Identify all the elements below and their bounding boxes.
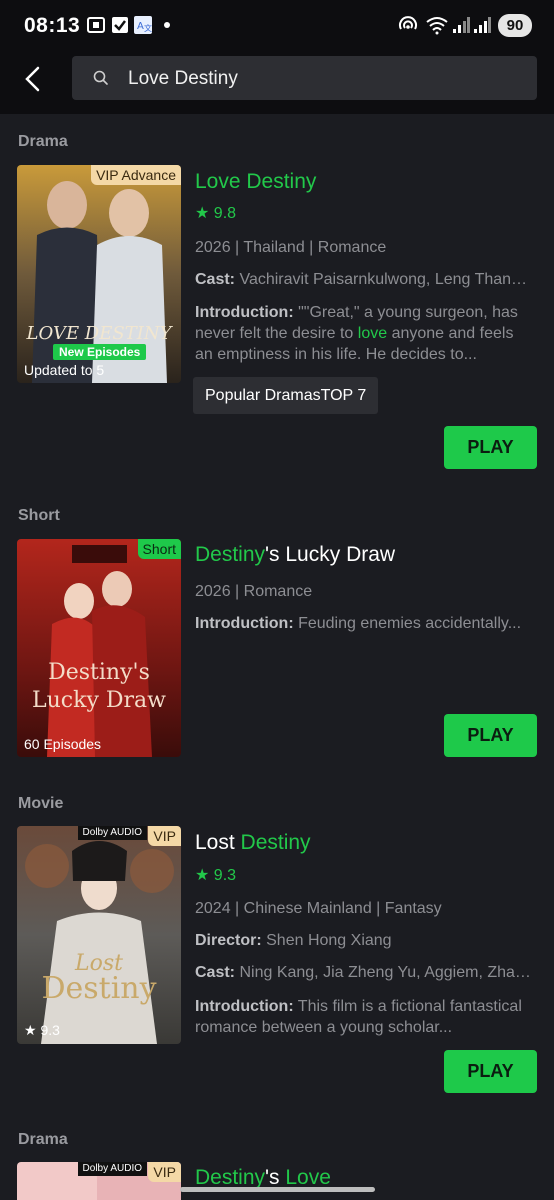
title-part: Lost [195, 831, 241, 854]
dolby-audio-badge: Dolby AUDIO [77, 826, 147, 840]
title-part: 's [265, 1166, 286, 1189]
status-bar: 08:13 A文 90 [0, 0, 554, 52]
poster-love-destiny[interactable]: LOVE DESTINY VIP Advance New Episodes Up… [17, 165, 181, 383]
title-highlight: Destiny [195, 543, 266, 566]
poster-lost-destiny[interactable]: Lost Destiny Dolby AUDIO VIP ★ 9.3 [17, 826, 181, 1044]
play-button[interactable]: PLAY [444, 1050, 537, 1093]
section-title-drama: Drama [18, 1131, 68, 1148]
poster-image: Destiny's Lucky Draw [17, 539, 181, 757]
short-tag: Short [137, 539, 181, 559]
cast-line: Cast: Vachiravit Paisarnkulwong, Leng Th… [195, 271, 535, 289]
search-query: Love Destiny [128, 68, 238, 89]
cast-value: Ning Kang, Jia Zheng Yu, Aggiem, Zhang..… [235, 964, 535, 981]
intro-label: Introduction: [195, 304, 294, 321]
title-highlight: Destiny [195, 1166, 266, 1189]
star-icon: ★ [24, 1022, 37, 1038]
title-highlight: Love Destiny [195, 170, 317, 193]
director-line: Director: Shen Hong Xiang [195, 932, 535, 950]
search-icon [93, 70, 108, 85]
poster-title-text: LOVE DESTINY [26, 323, 174, 344]
signal-icon-1 [453, 17, 470, 33]
cast-line: Cast: Ning Kang, Jia Zheng Yu, Aggiem, Z… [195, 964, 535, 982]
introduction: Introduction: ""Great," a young surgeon,… [195, 302, 535, 365]
section-title-drama: Drama [18, 133, 68, 150]
rating: ★ 9.8 [195, 203, 236, 223]
vip-tag: VIP [148, 1162, 181, 1182]
play-button[interactable]: PLAY [444, 714, 537, 757]
rating-value: 9.8 [213, 205, 237, 222]
cast-label: Cast: [195, 964, 236, 981]
poster-title-line-2: Destiny [41, 971, 156, 1006]
title-highlight: Love [285, 1166, 331, 1189]
title-part: 's Lucky Draw [265, 543, 396, 566]
intro-highlight: love [357, 325, 388, 342]
search-header: Love Destiny [0, 52, 554, 114]
episode-count: 60 Episodes [24, 736, 102, 752]
svg-text:A: A [137, 21, 144, 32]
poster-title-line-1: Destiny's [48, 660, 150, 685]
result-title[interactable]: Lost Destiny [195, 831, 311, 855]
vip-tag: VIP [148, 826, 181, 846]
poster-rating-value: 9.3 [40, 1022, 60, 1038]
play-button[interactable]: PLAY [444, 426, 537, 469]
result-title[interactable]: Destiny's Lucky Draw [195, 543, 395, 567]
back-arrow-icon[interactable] [18, 62, 48, 96]
rating: ★ 9.3 [195, 865, 236, 885]
screenshot-icon [87, 17, 105, 33]
new-episodes-badge: New Episodes [53, 344, 147, 360]
poster-lucky-draw[interactable]: Destiny's Lucky Draw Short 60 Episodes [17, 539, 181, 757]
poster-rating: ★ 9.3 [24, 1022, 60, 1039]
star-icon: ★ [195, 867, 210, 884]
result-meta: 2026 | Romance [195, 583, 313, 600]
poster-destinys-love[interactable]: Dolby AUDIO VIP [17, 1162, 181, 1200]
cast-value: Vachiravit Paisarnkulwong, Leng Thanapho… [235, 271, 535, 288]
result-meta: 2024 | Chinese Mainland | Fantasy [195, 900, 442, 917]
popular-dramas-badge[interactable]: Popular DramasTOP 7 [193, 377, 379, 414]
result-title[interactable]: Destiny's Love [195, 1166, 331, 1200]
title-highlight: Destiny [240, 831, 311, 854]
dolby-audio-badge: Dolby AUDIO [77, 1162, 147, 1176]
introduction: Introduction: Feuding enemies accidental… [195, 615, 535, 633]
status-time: 08:13 [24, 14, 81, 37]
wifi-icon [426, 17, 448, 35]
intro-label: Introduction: [195, 998, 294, 1015]
notification-dot-icon [164, 22, 170, 28]
battery-indicator: 90 [498, 14, 532, 37]
section-title-short: Short [18, 507, 60, 524]
cast-label: Cast: [195, 271, 236, 288]
hotspot-icon [399, 16, 417, 30]
introduction: Introduction: This film is a fictional f… [195, 996, 535, 1038]
search-input[interactable]: Love Destiny [72, 56, 537, 100]
result-meta: 2026 | Thailand | Romance [195, 239, 387, 256]
section-title-movie: Movie [18, 795, 64, 812]
intro-label: Introduction: [195, 615, 294, 632]
director-value: Shen Hong Xiang [261, 932, 392, 949]
signal-icon-2 [474, 17, 491, 33]
checkbox-icon [112, 17, 128, 33]
result-title[interactable]: Love Destiny [195, 170, 316, 194]
update-status: Updated to 5 [24, 362, 105, 378]
home-indicator[interactable] [180, 1187, 375, 1192]
translate-icon: A文 [134, 16, 152, 34]
intro-text: Feuding enemies accidentally... [293, 615, 522, 632]
star-icon: ★ [195, 205, 210, 222]
director-label: Director: [195, 932, 262, 949]
svg-text:文: 文 [144, 23, 152, 33]
poster-image: Lost Destiny [17, 826, 181, 1044]
poster-title-line-2: Lucky Draw [32, 688, 166, 713]
rating-value: 9.3 [213, 867, 237, 884]
vip-advance-tag: VIP Advance [91, 165, 181, 185]
